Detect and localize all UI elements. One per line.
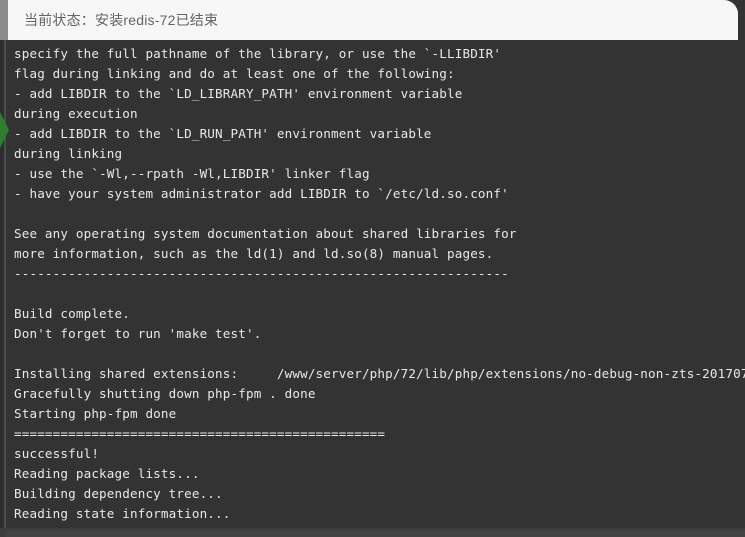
console-line: flag during linking and do at least one … xyxy=(14,66,455,81)
console-line: Installing shared extensions: /www/serve… xyxy=(14,366,745,381)
console-line: - use the `-Wl,--rpath -Wl,LIBDIR' linke… xyxy=(14,166,370,181)
console-line: - have your system administrator add LIB… xyxy=(14,186,509,201)
console-line: Don't forget to run 'make test'. xyxy=(14,326,262,341)
console-line: Starting php-fpm done xyxy=(14,406,177,421)
console-line: Gracefully shutting down php-fpm . done xyxy=(14,386,316,401)
console-line: - add LIBDIR to the `LD_RUN_PATH' enviro… xyxy=(14,126,432,141)
console-line: during linking xyxy=(14,146,123,161)
terminal-window: 当前状态：安装redis-72已结束 specify the full path… xyxy=(0,0,745,537)
status-header-label: 当前状态：安装redis-72已结束 xyxy=(24,12,219,28)
console-line: Reading package lists... xyxy=(14,466,200,481)
console-line: - add LIBDIR to the `LD_LIBRARY_PATH' en… xyxy=(14,86,463,101)
console-line: Reading state information... xyxy=(14,506,231,521)
console-line-list: specify the full pathname of the library… xyxy=(14,44,745,528)
window-bottom-strip-inner xyxy=(6,531,745,537)
console-line: successful! xyxy=(14,446,100,461)
console-line: Build complete. xyxy=(14,306,130,321)
console-line: See any operating system documentation a… xyxy=(14,226,517,241)
console-line: more information, such as the ld(1) and … xyxy=(14,246,494,261)
status-header-panel: 当前状态：安装redis-72已结束 xyxy=(8,0,738,40)
console-line: during execution xyxy=(14,106,138,121)
console-output[interactable]: specify the full pathname of the library… xyxy=(6,40,745,528)
console-line: specify the full pathname of the library… xyxy=(14,46,502,61)
console-line: ========================================… xyxy=(14,426,386,441)
console-line: ----------------------------------------… xyxy=(14,266,509,281)
window-bottom-strip xyxy=(0,528,745,537)
console-line: Building dependency tree... xyxy=(14,486,223,501)
window-left-gutter xyxy=(0,0,8,40)
progress-wedge-marker xyxy=(0,112,9,148)
